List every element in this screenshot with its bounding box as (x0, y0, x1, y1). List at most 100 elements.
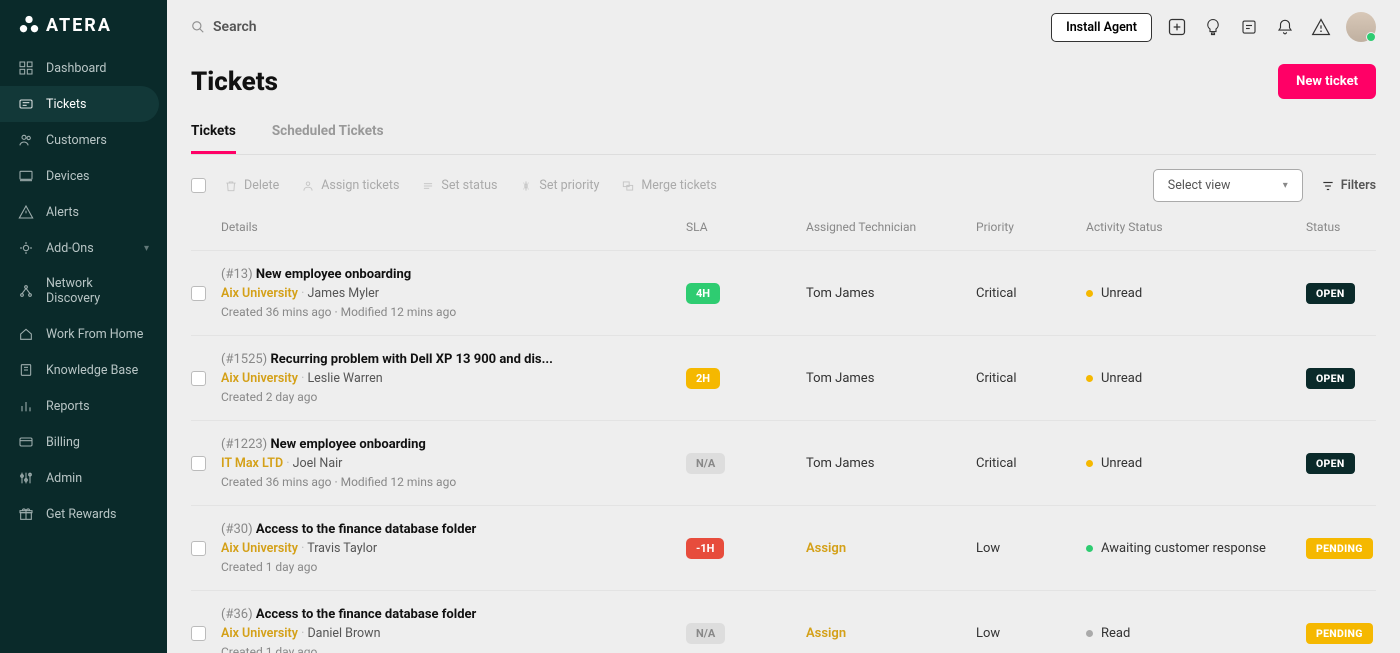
sidebar-item-dashboard[interactable]: Dashboard (0, 50, 167, 86)
table-row[interactable]: (#1525) Recurring problem with Dell XP 1… (191, 336, 1376, 421)
status-badge: OPEN (1306, 368, 1355, 389)
filters-button[interactable]: Filters (1321, 178, 1376, 193)
activity-status: Unread (1101, 456, 1142, 471)
sidebar-item-admin[interactable]: Admin (0, 460, 167, 496)
sidebar-item-label: Alerts (46, 205, 79, 220)
sidebar-item-billing[interactable]: Billing (0, 424, 167, 460)
activity-status: Read (1101, 626, 1130, 641)
ticket-title: Recurring problem with Dell XP 13 900 an… (270, 352, 552, 367)
sla-badge: N/A (686, 453, 725, 474)
kb-icon (18, 362, 34, 378)
col-details: Details (221, 220, 686, 234)
notifications-button[interactable] (1274, 16, 1296, 38)
notes-button[interactable] (1238, 16, 1260, 38)
sidebar-item-devices[interactable]: Devices (0, 158, 167, 194)
toolbar-set-status[interactable]: Set status (421, 178, 497, 193)
col-priority: Priority (976, 220, 1086, 234)
toolbar-set-priority[interactable]: Set priority (519, 178, 599, 193)
sidebar-item-get-rewards[interactable]: Get Rewards (0, 496, 167, 532)
add-button[interactable] (1166, 16, 1188, 38)
new-ticket-button[interactable]: New ticket (1278, 64, 1376, 99)
row-checkbox[interactable] (191, 541, 206, 556)
ticket-customer[interactable]: Aix University (221, 286, 298, 301)
ticket-title: Access to the finance database folder (256, 522, 476, 537)
tab-tickets[interactable]: Tickets (191, 113, 236, 154)
search-input[interactable]: Search (191, 19, 257, 35)
select-view-dropdown[interactable]: Select view ▾ (1153, 169, 1303, 202)
activity-dot (1086, 460, 1093, 467)
sidebar: ATERA Dashboard TicketsCustomers Devices Al… (0, 0, 167, 653)
table-row[interactable]: (#1223) New employee onboardingIT Max LT… (191, 421, 1376, 506)
avatar[interactable] (1346, 12, 1376, 42)
toolbar: Delete Assign tickets Set status Set priori… (191, 155, 1376, 216)
ticket-title: New employee onboarding (270, 437, 425, 452)
table-row[interactable]: (#13) New employee onboardingAix Univers… (191, 251, 1376, 336)
activity-status: Unread (1101, 286, 1142, 301)
ticket-requester: Travis Taylor (307, 541, 377, 556)
topbar: Search Install Agent (167, 0, 1400, 54)
assign-technician-link[interactable]: Assign (806, 626, 976, 641)
table-header: Details SLA Assigned Technician Priority… (191, 216, 1376, 251)
ticket-meta: Created 2 day ago (221, 390, 676, 404)
gift-icon (18, 506, 34, 522)
ticket-icon (18, 96, 34, 112)
sidebar-item-label: Add-Ons (46, 241, 94, 256)
sidebar-item-tickets[interactable]: Tickets (0, 86, 159, 122)
ticket-title: Access to the finance database folder (256, 607, 476, 622)
sidebar-item-add-ons[interactable]: Add-Ons▾ (0, 230, 167, 266)
warning-icon (1311, 17, 1331, 37)
sidebar-item-reports[interactable]: Reports (0, 388, 167, 424)
ticket-customer[interactable]: Aix University (221, 626, 298, 641)
network-icon (18, 283, 34, 299)
toolbar-action-label: Delete (244, 178, 279, 193)
logo-text: ATERA (46, 15, 112, 36)
technician-name: Tom James (806, 456, 976, 471)
toolbar-assign-tickets[interactable]: Assign tickets (301, 178, 399, 193)
ticket-customer[interactable]: IT Max LTD (221, 456, 283, 471)
toolbar-delete[interactable]: Delete (224, 178, 279, 193)
sidebar-item-label: Dashboard (46, 61, 106, 76)
row-checkbox[interactable] (191, 626, 206, 641)
status-badge: PENDING (1306, 538, 1373, 559)
sidebar-item-customers[interactable]: Customers (0, 122, 167, 158)
sidebar-item-knowledge-base[interactable]: Knowledge Base (0, 352, 167, 388)
ticket-requester: Daniel Brown (307, 626, 380, 641)
toolbar-action-label: Set priority (539, 178, 599, 193)
select-all-checkbox[interactable] (191, 178, 206, 193)
assign-technician-link[interactable]: Assign (806, 541, 976, 556)
sidebar-item-alerts[interactable]: Alerts (0, 194, 167, 230)
row-checkbox[interactable] (191, 456, 206, 471)
alerts-button[interactable] (1310, 16, 1332, 38)
ticket-id: (#1525) (221, 352, 267, 367)
table-row[interactable]: (#30) Access to the finance database fol… (191, 506, 1376, 591)
sla-badge: 2H (686, 368, 720, 389)
sidebar-item-label: Reports (46, 399, 90, 414)
install-agent-button[interactable]: Install Agent (1051, 13, 1152, 42)
page-header: Tickets New ticket (191, 64, 1376, 99)
logo[interactable]: ATERA (0, 14, 167, 50)
main: Search Install Agent Tickets New ticket … (167, 0, 1400, 653)
sidebar-item-label: Devices (46, 169, 89, 184)
users-icon (18, 132, 34, 148)
logo-icon (18, 14, 40, 36)
dashboard-icon (18, 60, 34, 76)
billing-icon (18, 434, 34, 450)
priority-value: Critical (976, 286, 1086, 301)
technician-name: Tom James (806, 286, 976, 301)
toolbar-merge-tickets[interactable]: Merge tickets (621, 178, 716, 193)
sidebar-item-label: Network Discovery (46, 276, 149, 306)
row-checkbox[interactable] (191, 286, 206, 301)
activity-status: Awaiting customer response (1101, 541, 1266, 556)
sidebar-item-work-from-home[interactable]: Work From Home (0, 316, 167, 352)
row-checkbox[interactable] (191, 371, 206, 386)
status-badge: OPEN (1306, 453, 1355, 474)
idea-button[interactable] (1202, 16, 1224, 38)
select-view-label: Select view (1168, 178, 1231, 193)
ticket-customer[interactable]: Aix University (221, 541, 298, 556)
table-row[interactable]: (#36) Access to the finance database fol… (191, 591, 1376, 653)
tab-scheduled-tickets[interactable]: Scheduled Tickets (272, 113, 384, 154)
ticket-customer[interactable]: Aix University (221, 371, 298, 386)
activity-dot (1086, 290, 1093, 297)
sidebar-item-network-discovery[interactable]: Network Discovery (0, 266, 167, 316)
col-activity: Activity Status (1086, 220, 1306, 234)
